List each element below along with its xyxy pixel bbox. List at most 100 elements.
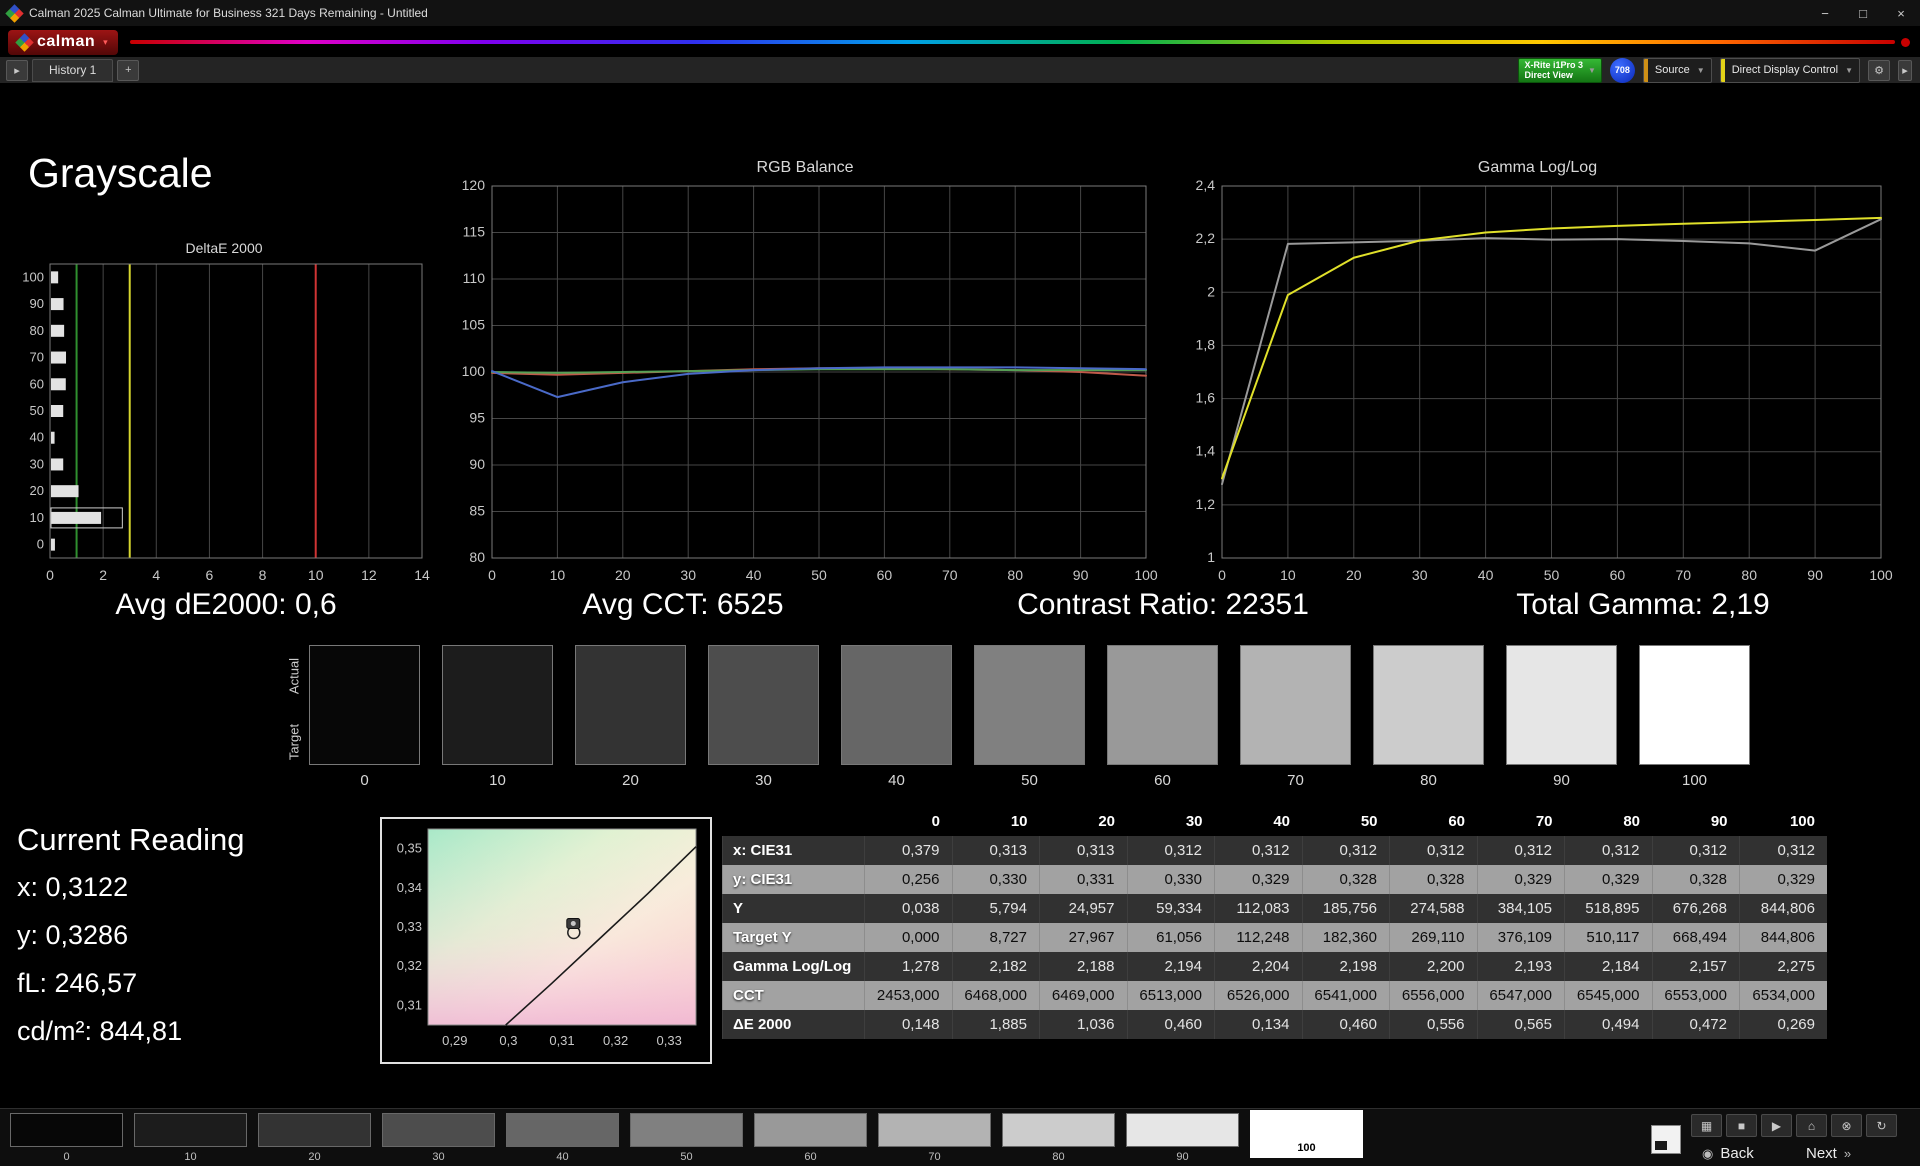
tile-actual-swatch (1108, 646, 1217, 705)
deltae-chart-plot: 100908070605040302010002468101214 (14, 260, 434, 590)
calman-app: Calman 2025 Calman Ultimate for Business… (0, 0, 1920, 1166)
pattern-level-label: 20 (258, 1151, 371, 1163)
svg-text:10: 10 (30, 510, 44, 525)
cie-chart: 0,290,30,310,320,330,310,320,330,340,35 (380, 817, 712, 1064)
table-cell: 0,328 (1652, 865, 1740, 894)
svg-text:2: 2 (1207, 283, 1215, 299)
calman-menu-button[interactable]: calman ▾ (8, 30, 118, 55)
pattern-window-button[interactable] (1651, 1125, 1681, 1154)
svg-text:1,6: 1,6 (1196, 390, 1216, 406)
svg-text:100: 100 (22, 269, 44, 284)
panel-expand-button[interactable]: ▸ (1898, 60, 1912, 81)
svg-text:0,33: 0,33 (397, 919, 422, 934)
grayscale-tile-30 (708, 645, 819, 765)
source-stripe (1644, 59, 1648, 82)
pattern-level-button-90[interactable]: 90 (1126, 1113, 1239, 1166)
meter-select-button[interactable]: X-Rite i1Pro 3 Direct View ▼ (1518, 58, 1601, 83)
refresh-button[interactable]: ↻ (1866, 1114, 1897, 1137)
tile-actual-swatch (1640, 646, 1749, 705)
brand-bar: calman ▾ (0, 27, 1920, 57)
source-dropdown[interactable]: Source ▼ (1643, 58, 1712, 83)
table-cell: 0,565 (1477, 1010, 1565, 1039)
svg-text:100: 100 (1134, 567, 1158, 583)
svg-text:40: 40 (746, 567, 762, 583)
grayscale-tile-90 (1506, 645, 1617, 765)
svg-text:6: 6 (206, 567, 214, 583)
pattern-level-button-0[interactable]: 0 (10, 1113, 123, 1166)
back-button[interactable]: ◉Back (1702, 1142, 1754, 1165)
calman-diamond-icon (15, 33, 33, 51)
table-cell: 0,330 (1127, 865, 1215, 894)
table-cell: 6469,000 (1040, 981, 1128, 1010)
svg-text:20: 20 (615, 567, 631, 583)
tile-level-label: 100 (1639, 772, 1750, 789)
current-reading-title: Current Reading (17, 822, 244, 858)
table-cell: 0,312 (1565, 836, 1653, 865)
svg-text:90: 90 (1073, 567, 1089, 583)
pattern-display-button[interactable]: ▦ (1691, 1114, 1722, 1137)
pattern-level-button-70[interactable]: 70 (878, 1113, 991, 1166)
stat-contrast-ratio: Contrast Ratio: 22351 (1017, 588, 1309, 622)
pattern-window-icon (1655, 1141, 1667, 1150)
add-tab-button[interactable]: + (117, 60, 139, 81)
svg-text:120: 120 (462, 180, 486, 193)
grayscale-tile-100 (1639, 645, 1750, 765)
pattern-level-label: 0 (10, 1151, 123, 1163)
caret-down-icon: ▼ (1588, 66, 1596, 75)
pattern-swatch (1126, 1113, 1239, 1147)
grayscale-tile-70 (1240, 645, 1351, 765)
svg-text:80: 80 (1741, 567, 1757, 583)
play-button[interactable]: ▶ (1761, 1114, 1792, 1137)
pattern-level-button-20[interactable]: 20 (258, 1113, 371, 1166)
table-cell: 0,379 (865, 836, 953, 865)
toolbar-left: ▸ History 1 + (6, 59, 139, 82)
svg-text:100: 100 (462, 363, 486, 379)
window-controls: − □ × (1806, 0, 1920, 26)
tile-target-swatch (975, 705, 1084, 764)
table-cell: 6526,000 (1215, 981, 1303, 1010)
table-cell: 0,312 (1215, 836, 1303, 865)
pattern-level-button-60[interactable]: 60 (754, 1113, 867, 1166)
svg-text:20: 20 (1346, 567, 1362, 583)
meter-status-badge[interactable]: 708 (1610, 58, 1635, 83)
close-button[interactable]: × (1882, 0, 1920, 26)
maximize-button[interactable]: □ (1844, 0, 1882, 26)
stop-button[interactable]: ■ (1726, 1114, 1757, 1137)
pattern-level-button-100[interactable]: 100 (1250, 1113, 1363, 1166)
table-cell: 2,194 (1127, 952, 1215, 981)
next-button[interactable]: Next» (1806, 1142, 1851, 1165)
rainbow-stripe (130, 40, 1895, 44)
pattern-level-button-40[interactable]: 40 (506, 1113, 619, 1166)
svg-text:60: 60 (877, 567, 893, 583)
table-cell: 6468,000 (952, 981, 1040, 1010)
history-panel-toggle-button[interactable]: ▸ (6, 60, 28, 81)
pattern-level-button-80[interactable]: 80 (1002, 1113, 1115, 1166)
table-cell: 0,134 (1215, 1010, 1303, 1039)
pattern-level-button-10[interactable]: 10 (134, 1113, 247, 1166)
display-control-dropdown[interactable]: Direct Display Control ▼ (1720, 58, 1860, 83)
table-cell: 2,198 (1302, 952, 1390, 981)
table-cell: 2,204 (1215, 952, 1303, 981)
pattern-level-button-30[interactable]: 30 (382, 1113, 495, 1166)
svg-text:10: 10 (308, 567, 324, 583)
tile-actual-swatch (1241, 646, 1350, 705)
svg-text:30: 30 (30, 456, 44, 471)
table-cell: 2,182 (952, 952, 1040, 981)
close-pattern-button[interactable]: ⊗ (1831, 1114, 1862, 1137)
settings-gear-button[interactable]: ⚙ (1868, 60, 1890, 81)
tab-history-1[interactable]: History 1 (32, 59, 113, 82)
minimize-button[interactable]: − (1806, 0, 1844, 26)
grayscale-tile-20 (575, 645, 686, 765)
home-button[interactable]: ⌂ (1796, 1114, 1827, 1137)
svg-text:0,29: 0,29 (442, 1033, 467, 1048)
workflow-toolbar: ▸ History 1 + X-Rite i1Pro 3 Direct View… (0, 57, 1920, 84)
svg-text:0,34: 0,34 (397, 880, 422, 895)
pattern-level-button-50[interactable]: 50 (630, 1113, 743, 1166)
table-cell: 0,494 (1565, 1010, 1653, 1039)
svg-text:2,2: 2,2 (1196, 230, 1216, 246)
pattern-level-label: 100 (1250, 1142, 1363, 1154)
reading-cdm2: cd/m²: 844,81 (17, 1016, 182, 1047)
table-cell: 0,556 (1390, 1010, 1478, 1039)
tile-level-label: 10 (442, 772, 553, 789)
svg-text:110: 110 (463, 270, 486, 286)
